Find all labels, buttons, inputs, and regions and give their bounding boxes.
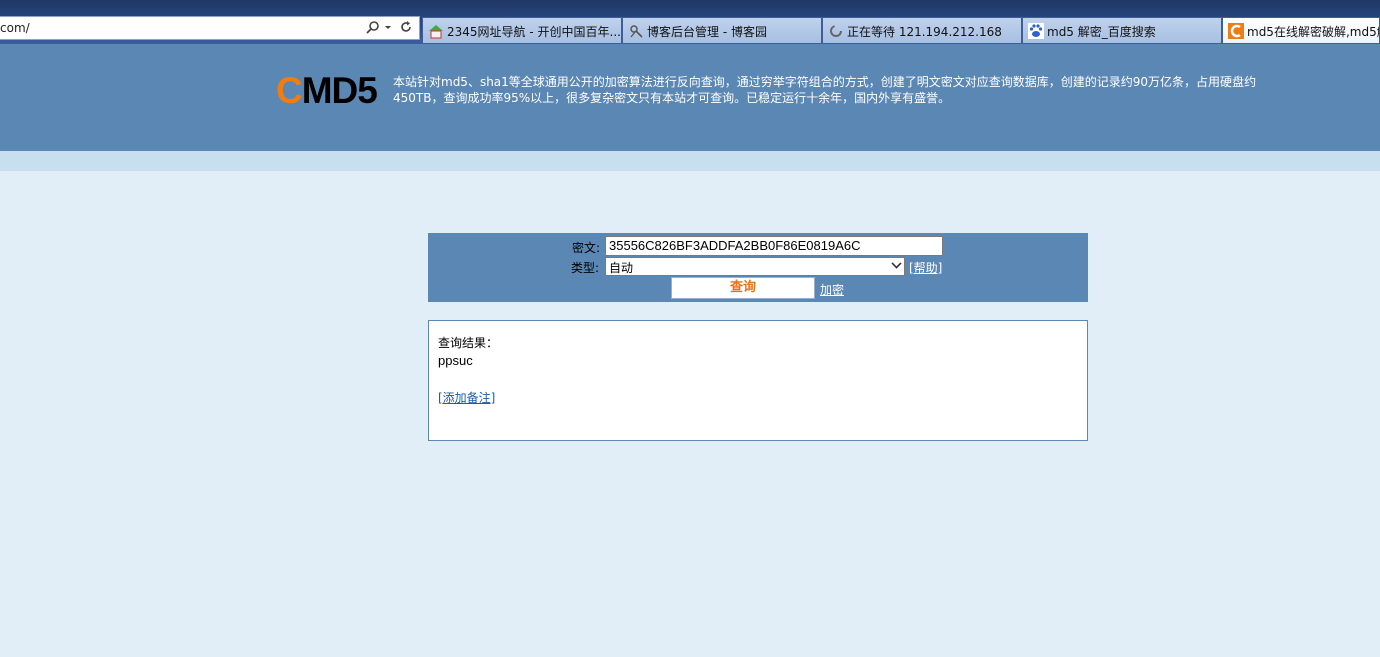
query-form: 密文: 35556C826BF3ADDFA2BB0F86E0819A6C 类型:… xyxy=(428,233,1088,302)
encrypt-link[interactable]: 加密 xyxy=(820,281,844,298)
help-link[interactable]: [帮助] xyxy=(909,259,942,276)
site-intro: 本站针对md5、sha1等全球通用公开的加密算法进行反向查询，通过穷举字符组合的… xyxy=(393,75,1257,105)
refresh-icon[interactable] xyxy=(399,20,413,39)
cmd5-icon xyxy=(1228,23,1244,39)
result-value: ppsuc xyxy=(438,353,473,368)
cnblogs-icon xyxy=(628,23,644,39)
address-text[interactable]: com/ xyxy=(0,21,30,35)
header-subbar xyxy=(0,151,1380,171)
tab-2345[interactable]: 2345网址导航 - 开创中国百年... xyxy=(422,17,622,43)
query-button[interactable]: 查询 xyxy=(671,277,815,299)
logo-c: C xyxy=(276,70,303,111)
tab-label: md5 解密_百度搜索 xyxy=(1047,25,1156,39)
add-note-link[interactable]: [添加备注] xyxy=(438,389,495,406)
cipher-input[interactable]: 35556C826BF3ADDFA2BB0F86E0819A6C xyxy=(605,236,943,256)
cmd5-logo[interactable]: CMD5 xyxy=(276,70,378,111)
search-icon[interactable] xyxy=(366,20,380,39)
tab-label: 2345网址导航 - 开创中国百年... xyxy=(447,25,621,39)
2345-house-icon xyxy=(428,23,444,39)
cipher-label: 密文: xyxy=(572,241,601,255)
baidu-paw-icon xyxy=(1028,23,1044,39)
tab-label: 正在等待 121.194.212.168 xyxy=(847,25,1002,39)
dropdown-arrow-icon[interactable] xyxy=(384,20,392,39)
result-panel: 查询结果： ppsuc [添加备注] xyxy=(428,320,1088,441)
tab-cnblogs[interactable]: 博客后台管理 - 博客园 xyxy=(622,17,822,43)
tab-label: 博客后台管理 - 博客园 xyxy=(647,25,767,39)
tab-loading[interactable]: 正在等待 121.194.212.168 xyxy=(822,17,1022,43)
type-selected-value: 自动 xyxy=(609,261,634,275)
type-select[interactable]: 自动 xyxy=(605,257,905,276)
chevron-down-icon xyxy=(891,258,902,269)
browser-chrome: com/ 2345网址导航 - 开创中国百年... 博客后台管理 - 博客园 正… xyxy=(0,0,1380,44)
loading-spinner-icon xyxy=(828,23,844,39)
site-header: CMD5 本站针对md5、sha1等全球通用公开的加密算法进行反向查询，通过穷举… xyxy=(0,44,1380,151)
result-title: 查询结果： xyxy=(438,336,499,350)
address-bar[interactable]: com/ xyxy=(0,16,420,40)
type-label: 类型: xyxy=(571,261,600,275)
tab-baidu[interactable]: md5 解密_百度搜索 xyxy=(1022,17,1222,43)
tab-label: md5在线解密破解,md5解 xyxy=(1247,25,1380,39)
tab-cmd5[interactable]: md5在线解密破解,md5解 xyxy=(1222,17,1380,43)
logo-text: MD5 xyxy=(301,70,378,111)
